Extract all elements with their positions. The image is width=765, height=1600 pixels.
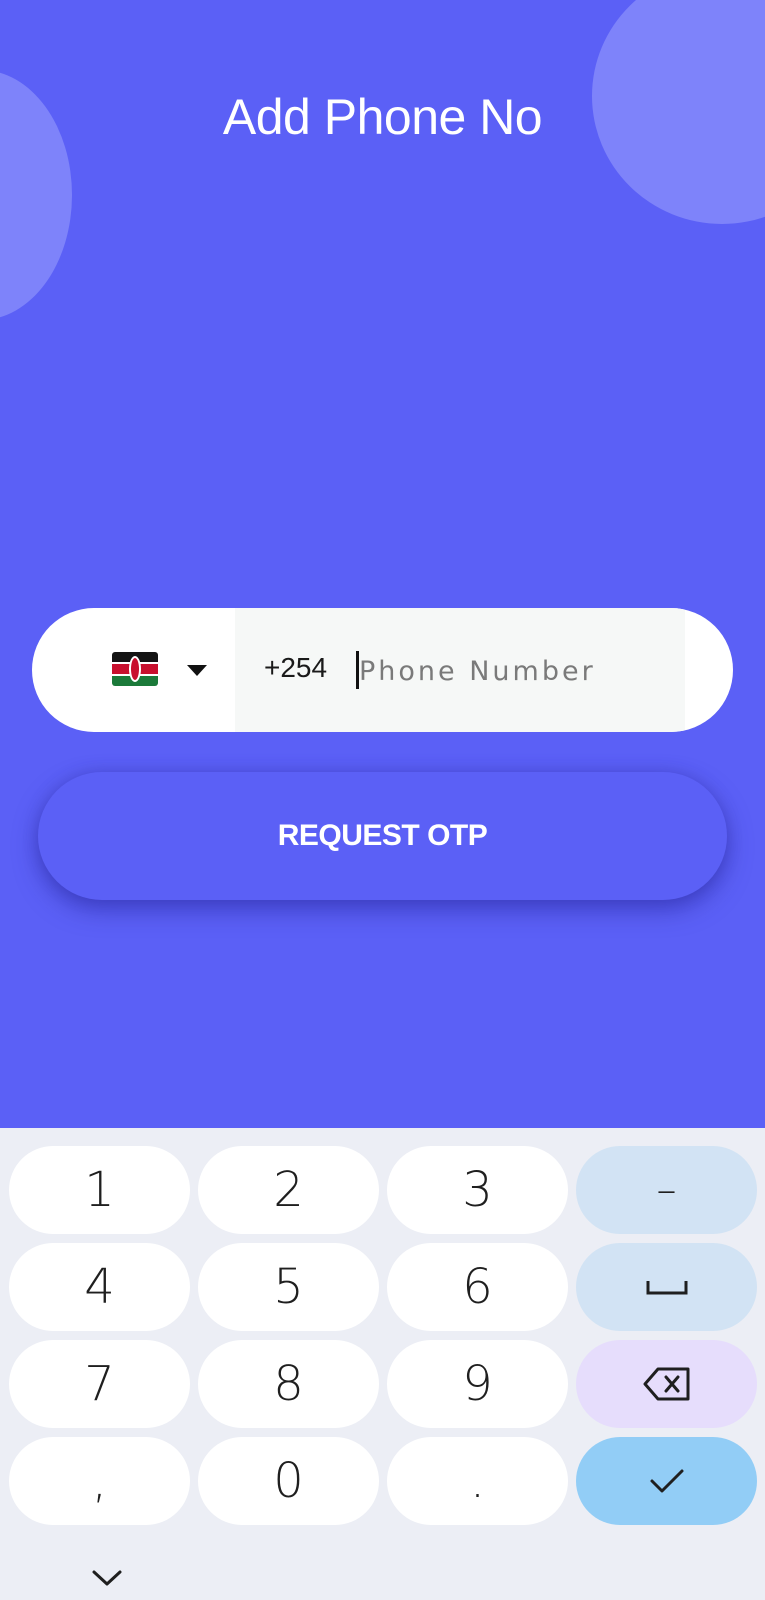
phone-number-input[interactable]: [359, 642, 679, 700]
key-space[interactable]: [576, 1243, 757, 1331]
key-2[interactable]: 2: [198, 1146, 379, 1234]
chevron-down-icon: [92, 1570, 122, 1586]
key-8[interactable]: 8: [198, 1340, 379, 1428]
key-5[interactable]: 5: [198, 1243, 379, 1331]
key-4[interactable]: 4: [9, 1243, 190, 1331]
key-comma[interactable]: ,: [9, 1437, 190, 1525]
key-period[interactable]: .: [387, 1437, 568, 1525]
page-title: Add Phone No: [222, 89, 543, 145]
backspace-icon: [643, 1367, 689, 1401]
request-otp-button[interactable]: REQUEST OTP: [38, 772, 727, 900]
key-9[interactable]: 9: [387, 1340, 568, 1428]
key-3[interactable]: 3: [387, 1146, 568, 1234]
key-backspace[interactable]: [576, 1340, 757, 1428]
space-icon: [646, 1281, 687, 1295]
dial-code: +254: [264, 652, 328, 683]
country-code-picker[interactable]: [32, 608, 235, 732]
app-screen: Add Phone No +254 REQUEST OTP: [0, 0, 765, 1128]
kenya-flag-icon: [112, 652, 158, 686]
key-1[interactable]: 1: [9, 1146, 190, 1234]
key-dash[interactable]: –: [576, 1146, 757, 1234]
key-enter[interactable]: [576, 1437, 757, 1525]
numeric-keyboard: 1 2 3 – 4 5 6 7 8 9 , 0 .: [0, 1128, 765, 1600]
key-0[interactable]: 0: [198, 1437, 379, 1525]
chevron-down-icon: [187, 665, 207, 676]
checkmark-icon: [650, 1469, 683, 1493]
phone-input-row: +254: [32, 608, 733, 732]
key-6[interactable]: 6: [387, 1243, 568, 1331]
phone-number-field[interactable]: +254: [235, 608, 685, 732]
key-7[interactable]: 7: [9, 1340, 190, 1428]
keyboard-collapse-button[interactable]: [90, 1566, 124, 1590]
